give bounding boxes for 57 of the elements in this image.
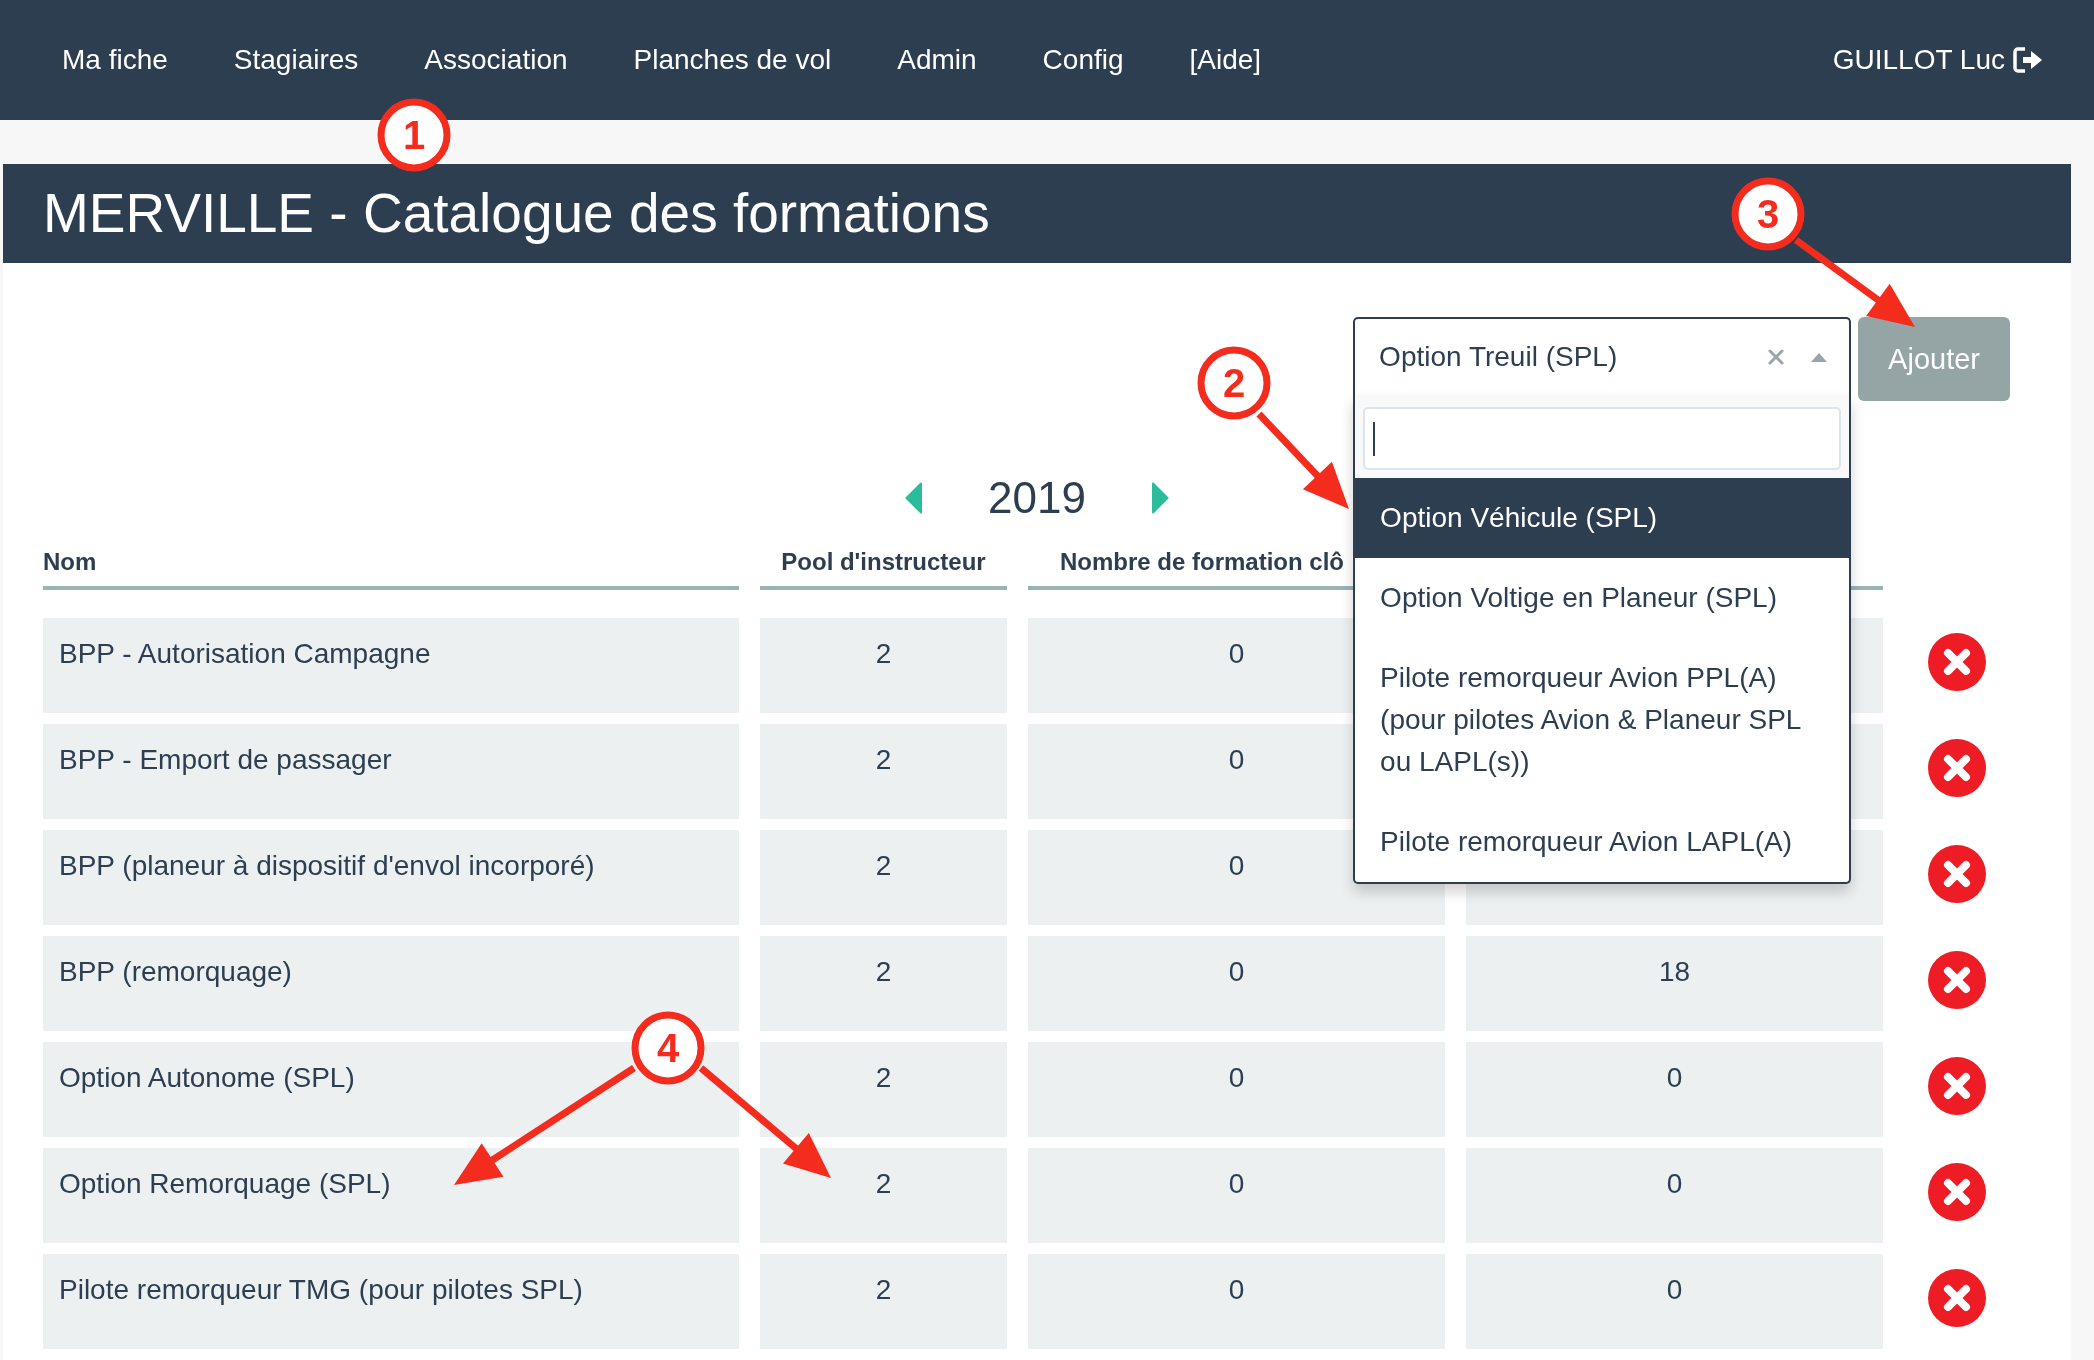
x-circle-icon[interactable]	[1928, 632, 1986, 691]
cell-value: 0	[1228, 1168, 1245, 1199]
formation-name: Pilote remorqueur TMG (pour pilotes SPL)	[59, 1274, 583, 1305]
nav-link[interactable]: Ma fiche	[62, 44, 168, 76]
cell-value: 2	[875, 1062, 892, 1093]
formation-name: BPP - Autorisation Campagne	[59, 638, 431, 669]
column-header: Nom	[43, 548, 97, 575]
cell-value: 0	[1666, 1168, 1683, 1199]
nav-link[interactable]: [Aide]	[1189, 44, 1262, 76]
cell-value: 0	[1228, 1062, 1245, 1093]
cell-value: 0	[1228, 850, 1245, 881]
formation-name: BPP (planeur à dispositif d'envol incorporé)	[59, 850, 595, 881]
formation-select[interactable]: Option Treuil (SPL)	[1353, 317, 1852, 395]
page-title: MERVILLE - Catalogue des formations	[43, 181, 990, 246]
clear-icon[interactable]	[1768, 349, 1785, 365]
formation-name: BPP (remorquage)	[59, 956, 292, 987]
formation-name: Option Autonome (SPL)	[59, 1062, 355, 1093]
dropdown-option[interactable]: Option Voltige en Planeur (SPL)	[1355, 558, 1850, 638]
year-label: 2019	[988, 472, 1086, 524]
nav-link[interactable]: Stagiaires	[233, 44, 359, 76]
nav-link[interactable]: Config	[1042, 44, 1124, 76]
cell-value: 2	[875, 1274, 892, 1305]
formation-name: BPP - Emport de passager	[59, 744, 392, 775]
x-circle-icon[interactable]	[1928, 1162, 1986, 1221]
x-circle-icon[interactable]	[1928, 844, 1986, 903]
cell-value: 0	[1666, 1274, 1683, 1305]
search-field[interactable]	[1363, 407, 1842, 470]
cell-value: 18	[1658, 956, 1691, 987]
dropdown-option[interactable]: Pilote remorqueur Avion LAPL(A)	[1355, 802, 1850, 882]
nav-link[interactable]: Admin	[897, 44, 977, 76]
cell-value: 0	[1228, 638, 1245, 669]
dropdown-option[interactable]: Pilote remorqueur Avion PPL(A) (pour pilotes Avion & Planeur SPL ou LAPL(s))	[1355, 638, 1850, 802]
cell-value: 2	[875, 744, 892, 775]
column-header: Pool d'instructeur	[781, 548, 986, 575]
cell-value: 2	[875, 638, 892, 669]
nav-link[interactable]: Association	[424, 44, 568, 76]
caret-up-icon[interactable]	[1811, 352, 1828, 362]
user-link[interactable]: GUILLOT Luc	[1832, 44, 2005, 76]
cell-value: 0	[1228, 1274, 1245, 1305]
x-circle-icon[interactable]	[1928, 1056, 1986, 1115]
x-circle-icon[interactable]	[1928, 738, 1986, 797]
nav-link[interactable]: Planches de vol	[633, 44, 832, 76]
x-circle-icon[interactable]	[1928, 1268, 1986, 1327]
logout-icon[interactable]	[2013, 47, 2043, 73]
column-header: Nombre de formation clô	[1060, 548, 1345, 575]
previous-triangle-icon[interactable]	[905, 482, 923, 514]
cell-value: 2	[875, 1168, 892, 1199]
cell-value: 2	[875, 956, 892, 987]
x-circle-icon[interactable]	[1928, 950, 1986, 1009]
next-triangle-icon[interactable]	[1151, 482, 1169, 514]
step-marker: 1	[377, 98, 451, 172]
dropdown-option[interactable]: Option Véhicule (SPL)	[1355, 478, 1850, 558]
cell-value: 0	[1228, 744, 1245, 775]
cell-value: 0	[1228, 956, 1245, 987]
formation-name: Option Remorquage (SPL)	[59, 1168, 391, 1199]
cell-value: 2	[875, 850, 892, 881]
cell-value: 0	[1666, 1062, 1683, 1093]
